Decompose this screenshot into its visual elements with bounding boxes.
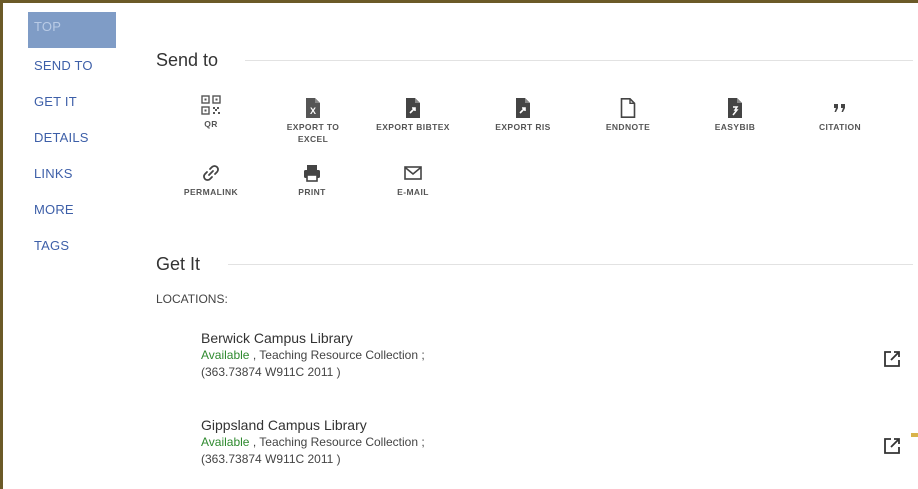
export-ris-button[interactable]: EXPORT RIS	[483, 97, 563, 133]
external-link-icon[interactable]	[883, 350, 901, 368]
easybib-file-icon	[728, 98, 742, 118]
document-icon	[620, 98, 636, 118]
location-name: Gippsland Campus Library	[201, 417, 367, 433]
export-bibtex-button[interactable]: EXPORT BIBTEX	[373, 97, 453, 133]
qr-label: QR	[204, 119, 218, 129]
export-bibtex-label: EXPORT BIBTEX	[376, 122, 450, 132]
printer-icon	[304, 165, 320, 182]
easybib-button[interactable]: EASYBIB	[695, 97, 775, 133]
location-status: Available , Teaching Resource Collection…	[201, 347, 425, 364]
location-name: Berwick Campus Library	[201, 330, 353, 346]
citation-button[interactable]: CITATION	[800, 97, 880, 133]
nav-item-get-it[interactable]: GET IT	[28, 84, 116, 120]
locations-heading: LOCATIONS:	[156, 292, 228, 306]
nav-item-details[interactable]: DETAILS	[28, 120, 116, 156]
nav-item-more[interactable]: MORE	[28, 192, 116, 228]
endnote-label: ENDNOTE	[605, 122, 651, 132]
email-button[interactable]: E-MAIL	[373, 162, 453, 198]
call-number: (363.73874 W911C 2011 )	[201, 452, 341, 466]
location-status: Available , Teaching Resource Collection…	[201, 434, 425, 451]
link-icon	[203, 165, 219, 181]
print-label: PRINT	[298, 187, 326, 197]
export-excel-button[interactable]: X EXPORT TO EXCEL	[273, 97, 353, 145]
export-file-icon	[406, 98, 420, 118]
svg-text:X: X	[310, 106, 316, 116]
citation-label: CITATION	[818, 122, 862, 132]
endnote-button[interactable]: ENDNOTE	[588, 97, 668, 133]
section-divider	[245, 60, 913, 61]
qr-button[interactable]: QR	[171, 94, 251, 130]
nav-item-top[interactable]: TOP	[28, 12, 116, 48]
edge-marker	[911, 433, 918, 437]
export-excel-label: EXPORT TO EXCEL	[286, 122, 340, 144]
availability-status: Available	[201, 348, 250, 362]
send-to-heading: Send to	[156, 50, 219, 70]
call-number: (363.73874 W911C 2011 )	[201, 365, 341, 379]
envelope-icon	[404, 166, 422, 180]
qr-code-icon	[201, 95, 221, 115]
export-file-icon	[516, 98, 530, 118]
permalink-button[interactable]: PERMALINK	[171, 162, 251, 198]
email-label: E-MAIL	[397, 187, 429, 197]
section-nav: TOP SEND TO GET IT DETAILS LINKS MORE TA…	[28, 12, 116, 264]
location-item[interactable]: Gippsland Campus Library Available , Tea…	[201, 416, 425, 468]
print-button[interactable]: PRINT	[272, 162, 352, 198]
export-ris-label: EXPORT RIS	[495, 122, 551, 132]
quote-icon	[834, 104, 845, 112]
excel-file-icon: X	[306, 98, 320, 118]
nav-item-tags[interactable]: TAGS	[28, 228, 116, 264]
page-frame	[0, 0, 918, 489]
collection-name: , Teaching Resource Collection ;	[249, 435, 425, 449]
get-it-heading: Get It	[156, 254, 201, 274]
location-item[interactable]: Berwick Campus Library Available , Teach…	[201, 329, 425, 381]
nav-item-send-to[interactable]: SEND TO	[28, 48, 116, 84]
external-link-icon[interactable]	[883, 437, 901, 455]
permalink-label: PERMALINK	[183, 187, 239, 197]
availability-status: Available	[201, 435, 250, 449]
collection-name: , Teaching Resource Collection ;	[249, 348, 425, 362]
nav-item-links[interactable]: LINKS	[28, 156, 116, 192]
section-divider	[228, 264, 913, 265]
easybib-label: EASYBIB	[714, 122, 756, 132]
